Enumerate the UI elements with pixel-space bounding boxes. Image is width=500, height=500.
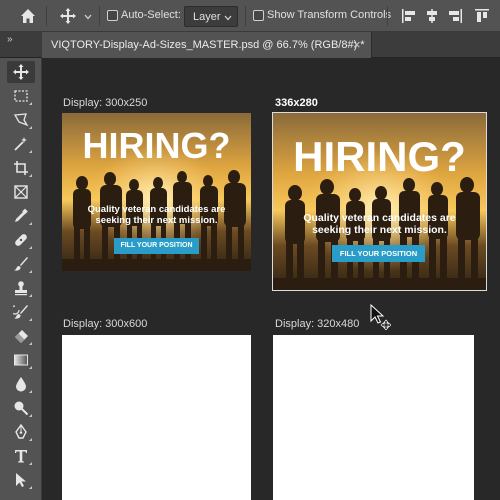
document-tab[interactable]: VIQTORY-Display-Ad-Sizes_MASTER.psd @ 66… <box>42 32 372 58</box>
gradient-tool-icon[interactable] <box>7 349 35 371</box>
separator <box>245 6 246 26</box>
frame-tool-icon[interactable] <box>7 181 35 203</box>
pen-tool-icon[interactable] <box>7 421 35 443</box>
display-ad-336x280[interactable]: HIRING? Quality veteran candidates are s… <box>272 112 487 291</box>
magic-wand-tool-icon[interactable] <box>7 133 35 155</box>
ad-tagline-line-2: seeking their next mission. <box>312 224 447 236</box>
separator <box>387 6 388 26</box>
document-tab-title: VIQTORY-Display-Ad-Sizes_MASTER.psd @ 66… <box>51 39 365 51</box>
tools-panel <box>0 58 42 500</box>
auto-select-dropdown[interactable]: Layer <box>184 6 238 27</box>
document-canvas[interactable]: Display: 300x250 HIRING? Quality veteran… <box>43 59 500 500</box>
artboard-300x600[interactable] <box>62 335 251 500</box>
brush-tool-icon[interactable] <box>7 253 35 275</box>
display-ad-300x250[interactable]: HIRING? Quality veteran candidates are s… <box>62 113 251 271</box>
ad-tagline-line-1: Quality veteran candidates are <box>303 212 456 224</box>
ad-tagline-line-2: seeking their next mission. <box>95 215 218 226</box>
align-horizontal-centers-icon[interactable] <box>424 8 440 24</box>
document-tab-bar: » VIQTORY-Display-Ad-Sizes_MASTER.psd @ … <box>0 32 500 58</box>
photoshop-window: Auto-Select: Layer Show Transform Contro… <box>0 0 500 500</box>
collapse-panels-icon[interactable]: » <box>7 34 12 45</box>
separator <box>99 6 100 26</box>
clone-stamp-tool-icon[interactable] <box>7 277 35 299</box>
artboard-label[interactable]: Display: 300x250 <box>63 97 147 109</box>
show-transform-label: Show Transform Controls <box>267 9 392 21</box>
healing-brush-tool-icon[interactable] <box>7 229 35 251</box>
path-selection-tool-icon[interactable] <box>7 469 35 491</box>
chevron-down-icon[interactable] <box>84 13 92 21</box>
ad-headline: HIRING? <box>293 133 466 180</box>
ad-cta-button: FILL YOUR POSITION <box>332 245 425 262</box>
type-tool-icon[interactable] <box>7 445 35 467</box>
artboard-label[interactable]: 336x280 <box>275 97 318 109</box>
dodge-tool-icon[interactable] <box>7 397 35 419</box>
options-bar: Auto-Select: Layer Show Transform Contro… <box>0 0 500 32</box>
auto-select-value: Layer <box>193 11 221 23</box>
align-top-edges-icon[interactable] <box>474 8 490 24</box>
align-right-edges-icon[interactable] <box>447 8 463 24</box>
crop-tool-icon[interactable] <box>7 157 35 179</box>
artboard-label[interactable]: Display: 300x600 <box>63 318 147 330</box>
show-transform-checkbox[interactable] <box>253 10 264 21</box>
chevron-down-icon <box>224 15 232 21</box>
lasso-tool-icon[interactable] <box>7 109 35 131</box>
align-left-edges-icon[interactable] <box>401 8 417 24</box>
marquee-tool-icon[interactable] <box>7 85 35 107</box>
move-tool-icon[interactable] <box>7 61 35 83</box>
eraser-tool-icon[interactable] <box>7 325 35 347</box>
ad-headline: HIRING? <box>82 125 231 166</box>
move-cursor-icon <box>370 304 391 330</box>
move-tool-preset-icon[interactable] <box>58 6 78 26</box>
ad-tagline-line-1: Quality veteran candidates are <box>87 204 226 215</box>
blur-tool-icon[interactable] <box>7 373 35 395</box>
home-icon[interactable] <box>18 6 38 26</box>
artboard-320x480[interactable] <box>273 335 474 500</box>
auto-select-checkbox[interactable] <box>107 10 118 21</box>
eyedropper-tool-icon[interactable] <box>7 205 35 227</box>
auto-select-label: Auto-Select: <box>121 9 181 21</box>
ad-cta-button: FILL YOUR POSITION <box>114 238 199 254</box>
artboard-label[interactable]: Display: 320x480 <box>275 318 359 330</box>
close-icon[interactable]: × <box>353 37 361 52</box>
history-brush-tool-icon[interactable] <box>7 301 35 323</box>
separator <box>46 6 47 26</box>
